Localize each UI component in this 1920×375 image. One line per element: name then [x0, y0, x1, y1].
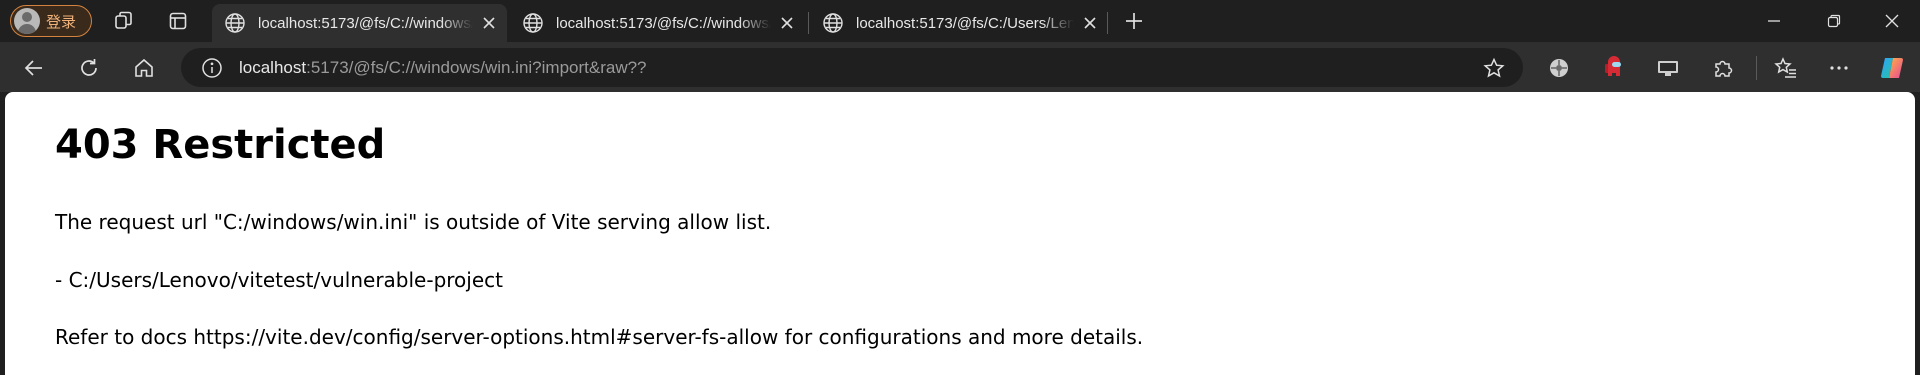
home-icon	[135, 58, 153, 77]
extension-button-1[interactable]	[1543, 52, 1575, 84]
globe-icon	[823, 13, 843, 33]
amongus-extension-icon	[1605, 56, 1621, 76]
restore-icon[interactable]	[1806, 0, 1862, 42]
error-heading: 403 Restricted	[55, 122, 386, 168]
extension-wheel-icon	[1550, 59, 1568, 77]
close-window-icon[interactable]	[1864, 0, 1920, 42]
page-content: 403 Restricted The request url "C:/windo…	[5, 92, 1915, 375]
tab-divider	[1107, 12, 1108, 34]
globe-icon	[523, 13, 543, 33]
site-info-icon[interactable]	[201, 57, 223, 79]
favorites-icon	[1774, 57, 1796, 78]
favorites-button[interactable]	[1770, 52, 1802, 84]
minimize-icon[interactable]	[1746, 0, 1802, 42]
more-dots-icon	[1830, 66, 1848, 70]
back-button[interactable]	[18, 52, 50, 84]
tab-3[interactable]: localhost:5173/@fs/C:/Users/Lenovo/vitet…	[810, 4, 1108, 42]
more-menu-button[interactable]	[1823, 52, 1855, 84]
error-message: The request url "C:/windows/win.ini" is …	[55, 210, 772, 234]
close-tab-icon[interactable]	[481, 15, 497, 31]
url-host: localhost	[239, 57, 307, 77]
tab-2[interactable]: localhost:5173/@fs/C://windows/win.ini	[510, 4, 805, 42]
profile-button[interactable]: 登录	[10, 5, 92, 37]
reload-button[interactable]	[73, 52, 105, 84]
address-url[interactable]: localhost:5173/@fs/C://windows/win.ini?i…	[239, 58, 647, 78]
toolbar-divider	[1756, 56, 1757, 80]
url-path: :5173/@fs/C://windows/win.ini?import&raw…	[306, 57, 647, 77]
tab-title: localhost:5173/@fs/C:/Users/Lenovo/vitet…	[856, 14, 1074, 32]
workspaces-icon[interactable]	[112, 9, 136, 33]
tab-active[interactable]: localhost:5173/@fs/C://windows/win.ini?i…	[212, 4, 507, 42]
close-tab-icon[interactable]	[779, 15, 795, 31]
profile-label: 登录	[46, 13, 77, 31]
extension-button-3[interactable]	[1652, 52, 1684, 84]
screen-capture-icon	[1658, 61, 1678, 76]
close-tab-icon[interactable]	[1082, 15, 1098, 31]
copilot-icon	[1881, 58, 1903, 78]
extensions-button[interactable]	[1707, 52, 1739, 84]
allow-list-item: - C:/Users/Lenovo/vitetest/vulnerable-pr…	[55, 268, 503, 292]
tab-title: localhost:5173/@fs/C://windows/win.ini	[556, 14, 771, 32]
home-button[interactable]	[128, 52, 160, 84]
tab-divider	[808, 12, 809, 34]
tab-strip: 登录 localhost:5173/@fs/C://windows/win.in…	[0, 0, 1920, 42]
tab-actions-icon[interactable]	[166, 9, 190, 33]
reload-icon	[81, 59, 97, 76]
extension-button-2[interactable]	[1598, 52, 1630, 84]
docs-reference: Refer to docs https://vite.dev/config/se…	[55, 325, 1144, 349]
globe-icon	[225, 13, 245, 33]
puzzle-icon	[1715, 60, 1733, 77]
new-tab-icon[interactable]	[1122, 9, 1146, 33]
address-bar[interactable]: localhost:5173/@fs/C://windows/win.ini?i…	[181, 48, 1523, 87]
avatar	[14, 8, 40, 34]
tab-title: localhost:5173/@fs/C://windows/win.ini?i…	[258, 14, 473, 32]
back-arrow-icon	[24, 60, 42, 76]
toolbar: localhost:5173/@fs/C://windows/win.ini?i…	[0, 42, 1920, 92]
copilot-button[interactable]	[1877, 52, 1909, 84]
favorite-star-icon[interactable]	[1483, 57, 1505, 79]
